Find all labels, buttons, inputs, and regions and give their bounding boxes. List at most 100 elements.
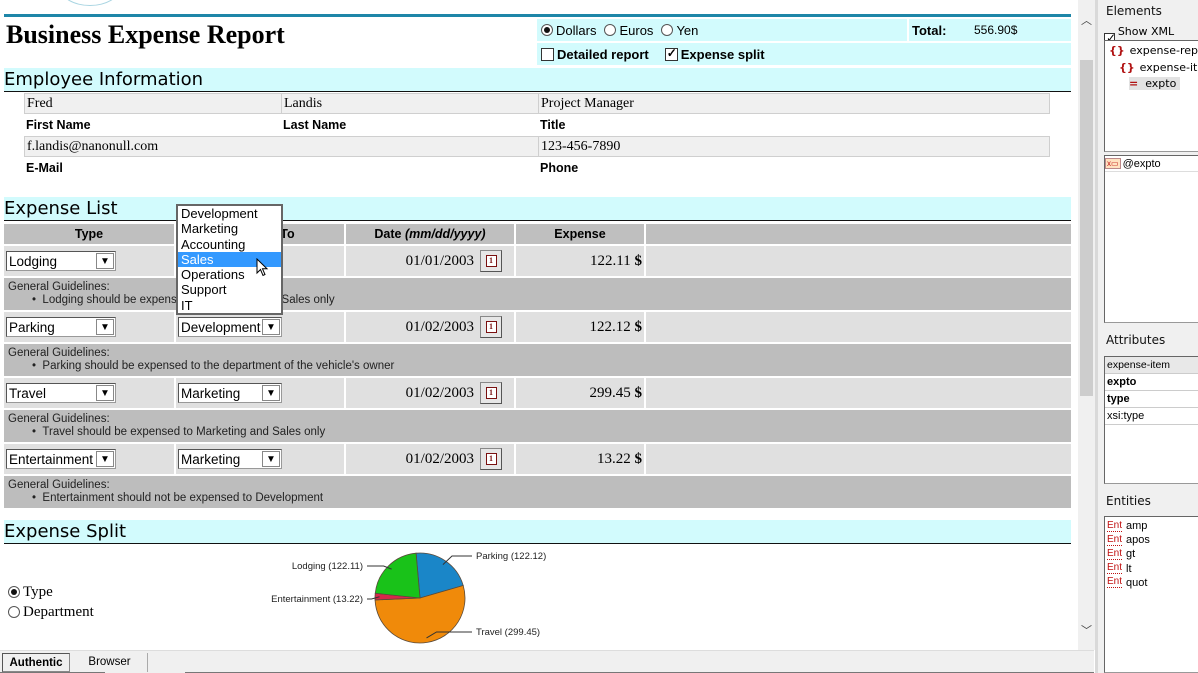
date-field[interactable]: 01/02/2003 (406, 451, 474, 468)
guideline-text: Parking should be expensed to the depart… (42, 360, 395, 372)
chevron-down-icon[interactable]: ▼ (96, 385, 114, 401)
type-select[interactable]: Entertainment ▼ (6, 449, 116, 469)
entity-icon: Ent (1107, 547, 1123, 560)
calendar-button[interactable]: 1 (480, 316, 502, 338)
total-value: 556.90$ (974, 23, 1018, 37)
chevron-down-icon[interactable]: ▼ (96, 319, 114, 335)
amount-field[interactable]: 299.45 (590, 385, 631, 402)
calendar-icon: 1 (485, 255, 497, 267)
element-icon: {} (1119, 61, 1135, 74)
chevron-down-icon[interactable]: ▼ (96, 451, 114, 467)
radio-selected-icon (8, 586, 20, 598)
tree-node-selected[interactable]: = expto (1129, 77, 1181, 90)
attribute-row[interactable]: xsi:type (1105, 408, 1198, 425)
pie-label-parking: Parking (122.12) (476, 551, 546, 562)
date-field[interactable]: 01/01/2003 (406, 253, 474, 270)
checkbox-checked-icon (664, 46, 678, 61)
title-field[interactable]: Project Manager (539, 94, 1049, 113)
expense-table-header: Type Expense To Date (mm/dd/yyyy) Expens… (4, 224, 1071, 244)
dropdown-option[interactable]: Accounting (178, 237, 281, 252)
pie-label-entertainment: Entertainment (13.22) (271, 594, 363, 605)
expense-list-title: Expense List (4, 197, 1071, 221)
type-select[interactable]: Lodging ▼ (6, 251, 116, 271)
radio-selected-icon (541, 24, 553, 36)
currency-radio-dollars[interactable]: Dollars (541, 23, 596, 38)
header-type: Type (4, 224, 176, 244)
calendar-icon: 1 (485, 453, 497, 465)
chevron-down-icon[interactable]: ▼ (96, 253, 114, 269)
scroll-down-icon[interactable]: ﹀ (1078, 620, 1095, 640)
currency-radio-yen[interactable]: Yen (661, 23, 698, 38)
guideline-text: Travel should be expensed to Marketing a… (42, 426, 326, 438)
dropdown-option[interactable]: IT (178, 298, 281, 313)
calendar-button[interactable]: 1 (480, 448, 502, 470)
phone-field[interactable]: 123-456-7890 (539, 137, 1049, 156)
entity-row[interactable]: Ent quot (1105, 576, 1198, 590)
attributes-context: expense-item (1105, 357, 1198, 374)
split-radio-department[interactable]: Department (8, 602, 94, 622)
entity-row[interactable]: Ent gt (1105, 547, 1198, 561)
xml-tree[interactable]: {}expense-report {}expense-item =expto (1104, 40, 1198, 152)
amount-field[interactable]: 122.12 (590, 319, 631, 336)
last-name-field[interactable]: Landis (282, 94, 539, 113)
entity-icon: Ent (1107, 519, 1123, 532)
tree-node[interactable]: {}expense-item (1119, 61, 1198, 74)
scroll-thumb[interactable] (1080, 60, 1093, 396)
first-name-field[interactable]: Fred (25, 94, 282, 113)
chevron-down-icon[interactable]: ▼ (262, 385, 280, 401)
entity-row[interactable]: Ent amp (1105, 519, 1198, 533)
radio-icon (661, 24, 674, 36)
attribute-row[interactable]: type (1105, 391, 1198, 408)
calendar-button[interactable]: 1 (480, 382, 502, 404)
tab-browser[interactable]: Browser (72, 653, 148, 672)
checkbox-icon (541, 47, 554, 61)
amount-field[interactable]: 122.11 (590, 253, 631, 270)
attributes-title: Attributes (1106, 333, 1166, 347)
entity-icon: Ent (1107, 562, 1123, 575)
expense-to-select[interactable]: Development ▼ (178, 317, 282, 337)
vertical-scrollbar[interactable]: ︿ ﹀ (1078, 0, 1095, 650)
dropdown-option[interactable]: Development (178, 206, 281, 221)
type-select[interactable]: Travel ▼ (6, 383, 116, 403)
dropdown-option[interactable]: Marketing (178, 221, 281, 236)
expense-to-select[interactable]: Marketing ▼ (178, 449, 282, 469)
first-name-label: First Name (26, 118, 91, 132)
expense-split-checkbox[interactable]: Expense split (664, 46, 765, 62)
total-label: Total: (912, 22, 947, 38)
calendar-button[interactable]: 1 (480, 250, 502, 272)
type-select[interactable]: Parking ▼ (6, 317, 116, 337)
expense-to-select[interactable]: Marketing ▼ (178, 383, 282, 403)
attribute-row[interactable]: expto (1105, 374, 1198, 391)
entity-row[interactable]: Ent apos (1105, 533, 1198, 547)
tree-node[interactable]: {}expense-report (1109, 44, 1198, 57)
email-field[interactable]: f.landis@nanonull.com (25, 137, 539, 156)
tab-authentic[interactable]: Authentic (2, 653, 70, 672)
table-row: Lodging▼ ▼ 01/01/20031 122.11 $ (4, 246, 1071, 276)
logo-icon (60, 0, 120, 6)
currency-radio-euros[interactable]: Euros (604, 23, 653, 38)
pie-label-travel: Travel (299.45) (476, 627, 540, 638)
entity-icon: Ent (1107, 533, 1123, 546)
scroll-up-icon[interactable]: ︿ (1078, 10, 1095, 30)
entity-row[interactable]: Ent lt (1105, 562, 1198, 576)
pie-label-lodging: Lodging (122.11) (292, 561, 363, 572)
document-view: Business Expense Report Dollars Euros Ye… (0, 0, 1078, 650)
amount-field[interactable]: 13.22 (597, 451, 631, 468)
selected-attribute[interactable]: x▭ @expto (1105, 156, 1198, 172)
calendar-icon: 1 (485, 321, 497, 333)
entities-list: Ent amp Ent apos Ent gt Ent lt Ent quot (1104, 516, 1198, 673)
element-icon: {} (1109, 44, 1125, 57)
date-field[interactable]: 01/02/2003 (406, 385, 474, 402)
elements-title: Elements (1106, 4, 1162, 18)
dropdown-option[interactable]: Support (178, 282, 281, 297)
header-spacer (646, 224, 1071, 244)
detailed-report-checkbox[interactable]: Detailed report (541, 47, 649, 62)
chevron-down-icon[interactable]: ▼ (262, 319, 280, 335)
header-expense: Expense (516, 224, 646, 244)
split-radio-type[interactable]: Type (8, 582, 94, 602)
guideline-row: General Guidelines: • Entertainment shou… (4, 476, 1071, 508)
expense-split-title: Expense Split (4, 520, 1071, 544)
chevron-down-icon[interactable]: ▼ (262, 451, 280, 467)
guideline-text: Entertainment should not be expensed to … (42, 492, 324, 504)
date-field[interactable]: 01/02/2003 (406, 319, 474, 336)
